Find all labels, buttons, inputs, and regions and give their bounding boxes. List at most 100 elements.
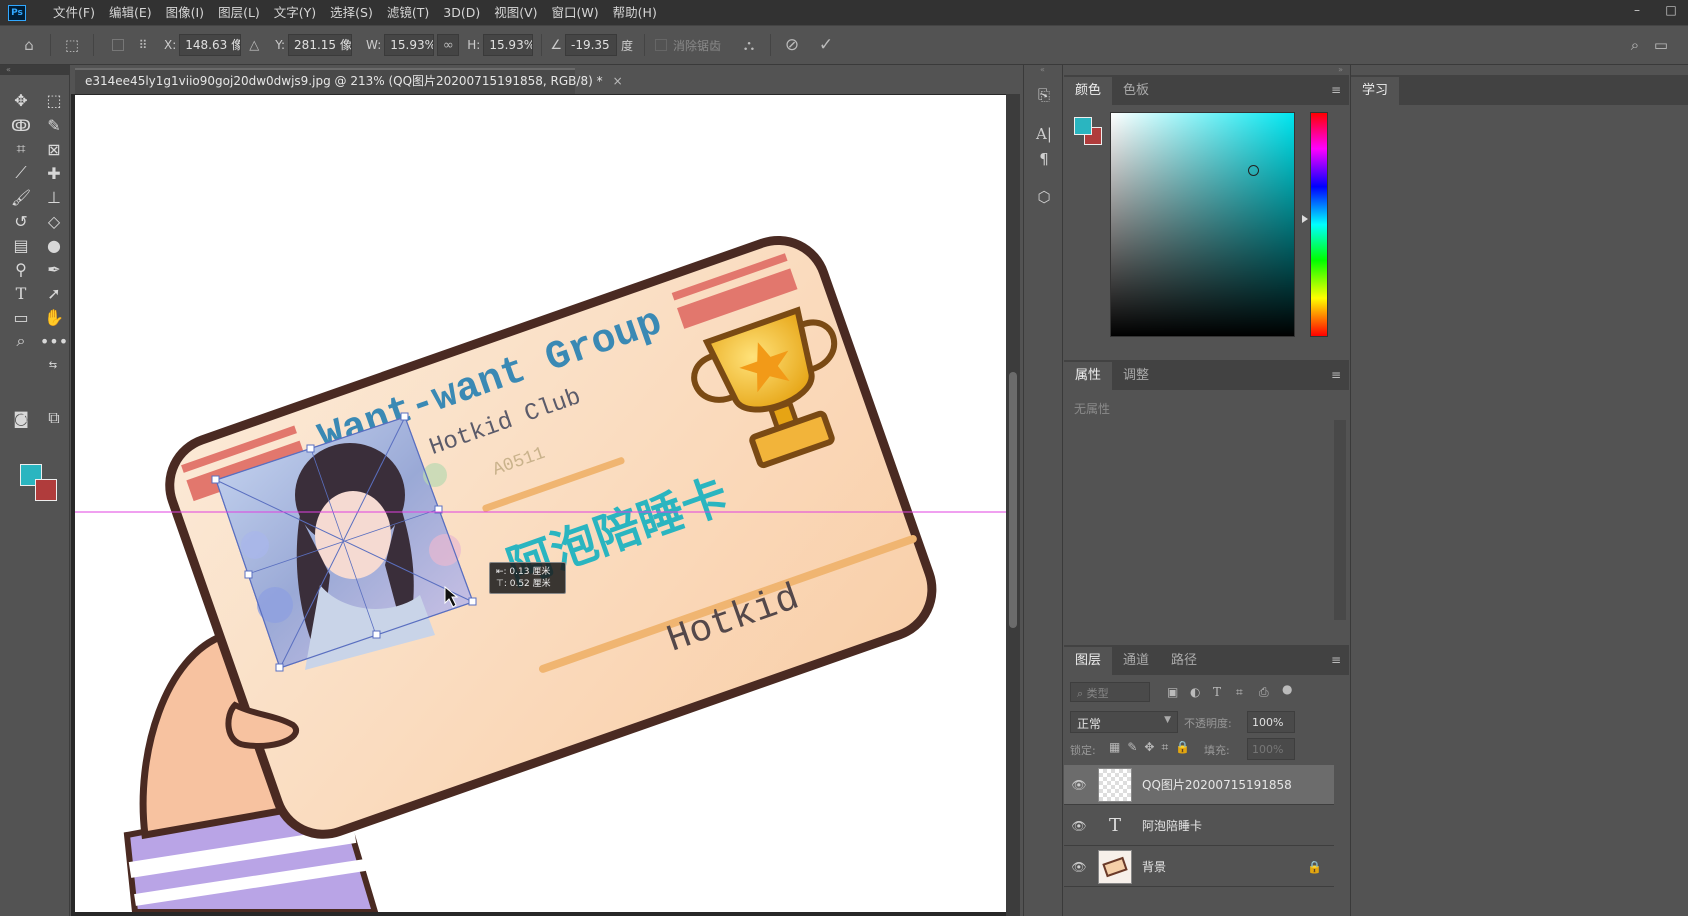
swap-colors-icon[interactable]: ⇆: [46, 358, 60, 372]
relative-position-icon[interactable]: △: [241, 32, 267, 58]
angle-field[interactable]: -19.35: [565, 34, 617, 56]
tab-adjustments[interactable]: 调整: [1112, 362, 1160, 390]
more-tools-icon[interactable]: •••: [40, 329, 68, 353]
y-field[interactable]: 281.15 像素: [288, 34, 353, 56]
document-tab[interactable]: e314ee45ly1g1viio90goj20dw0dwjs9.jpg @ 2…: [75, 68, 623, 94]
layers-panel-menu-icon[interactable]: ≡: [1331, 653, 1341, 667]
close-tab-icon[interactable]: ×: [613, 74, 623, 88]
lasso-tool-icon[interactable]: ↂ: [8, 113, 34, 137]
filter-adjustment-icon[interactable]: ◐: [1190, 685, 1200, 699]
zoom-tool-icon[interactable]: ⌕: [8, 329, 34, 353]
dock-collapse-arrows[interactable]: «: [1040, 65, 1045, 75]
hue-slider[interactable]: [1310, 112, 1328, 337]
paragraph-panel-icon[interactable]: ¶: [1030, 147, 1058, 171]
brush-tool-icon[interactable]: 🖌: [8, 185, 34, 209]
color-saturation-field[interactable]: [1110, 112, 1295, 337]
layer-row[interactable]: 👁 QQ图片20200715191858: [1064, 765, 1334, 805]
blend-mode-select[interactable]: 正常 ▼: [1070, 711, 1178, 733]
background-color-swatch[interactable]: [35, 479, 57, 501]
visibility-eye-icon[interactable]: 👁: [1064, 819, 1094, 833]
character-panel-icon[interactable]: A|: [1030, 122, 1058, 146]
tab-layers[interactable]: 图层: [1064, 647, 1113, 675]
healing-brush-tool-icon[interactable]: ✚: [41, 161, 67, 185]
menu-type[interactable]: 文字(Y): [267, 0, 323, 25]
reference-point-grid-icon[interactable]: ⠿: [130, 32, 156, 58]
filter-pixel-icon[interactable]: ▣: [1167, 685, 1178, 699]
workspace-icon[interactable]: ▭: [1648, 32, 1674, 58]
filter-type-icon[interactable]: T: [1213, 685, 1221, 699]
filter-shape-icon[interactable]: ⌗: [1236, 685, 1243, 700]
tab-learn[interactable]: 学习: [1351, 77, 1400, 105]
commit-transform-icon[interactable]: ✓: [813, 32, 839, 58]
menu-view[interactable]: 视图(V): [487, 0, 544, 25]
eyedropper-tool-icon[interactable]: ⟋: [8, 161, 34, 185]
lock-options-icons[interactable]: ▦✎✥⌗🔒: [1109, 740, 1197, 755]
properties-panel-menu-icon[interactable]: ≡: [1331, 368, 1341, 382]
clone-stamp-tool-icon[interactable]: ⊥: [41, 185, 67, 209]
height-field[interactable]: 15.93%: [483, 34, 534, 56]
reference-point-checkbox[interactable]: [112, 39, 124, 51]
pen-tool-icon[interactable]: ✒: [41, 257, 67, 281]
fill-field[interactable]: 100%: [1247, 738, 1295, 760]
menu-layer[interactable]: 图层(L): [211, 0, 267, 25]
menu-filter[interactable]: 滤镜(T): [380, 0, 436, 25]
filter-smart-object-icon[interactable]: ⎙: [1259, 685, 1269, 700]
blur-tool-icon[interactable]: ●: [41, 233, 67, 257]
properties-scrollbar[interactable]: [1334, 420, 1346, 620]
search-icon[interactable]: ⌕: [1622, 32, 1648, 58]
layer-row[interactable]: 👁 背景 🔒: [1064, 847, 1334, 887]
tab-swatches[interactable]: 色板: [1112, 77, 1160, 105]
toolbar-collapse-bar[interactable]: «: [0, 65, 70, 75]
layer-filter-field[interactable]: ⌕ 类型: [1070, 682, 1150, 702]
tab-channels[interactable]: 通道: [1112, 647, 1160, 675]
path-selection-tool-icon[interactable]: ➚: [41, 281, 67, 305]
quick-selection-tool-icon[interactable]: ✎: [41, 113, 67, 137]
document-canvas[interactable]: Want-want Group Hotkid Club A0511 阿泡陪睡卡 …: [75, 95, 1006, 912]
menu-edit[interactable]: 编辑(E): [102, 0, 159, 25]
3d-panel-icon[interactable]: ⬡: [1030, 185, 1058, 209]
filter-toggle-icon[interactable]: ●: [1282, 682, 1292, 696]
menu-select[interactable]: 选择(S): [323, 0, 380, 25]
menu-file[interactable]: 文件(F): [46, 0, 102, 25]
tab-properties[interactable]: 属性: [1064, 362, 1113, 390]
x-field[interactable]: 148.63 像素: [179, 34, 242, 56]
history-panel-icon[interactable]: ⎘: [1030, 83, 1058, 107]
maximize-button[interactable]: □: [1654, 0, 1688, 20]
vertical-scrollbar[interactable]: [1006, 94, 1020, 916]
minimize-button[interactable]: –: [1620, 0, 1654, 20]
opacity-field[interactable]: 100%: [1247, 711, 1295, 733]
link-icon[interactable]: ∞: [437, 34, 460, 56]
history-brush-tool-icon[interactable]: ↺: [8, 209, 34, 233]
cancel-transform-icon[interactable]: ⊘: [779, 32, 805, 58]
panel-expand-arrows[interactable]: »: [1338, 65, 1343, 75]
menu-3d[interactable]: 3D(D): [436, 0, 487, 25]
color-picker-marker[interactable]: [1248, 165, 1259, 176]
menu-help[interactable]: 帮助(H): [606, 0, 664, 25]
rectangle-tool-icon[interactable]: ▭: [8, 305, 34, 329]
visibility-eye-icon[interactable]: 👁: [1064, 860, 1094, 874]
layer-row[interactable]: 👁 T 阿泡陪睡卡: [1064, 806, 1334, 846]
hue-slider-arrow[interactable]: [1302, 215, 1308, 223]
tab-color[interactable]: 颜色: [1064, 77, 1113, 105]
screen-mode-icon[interactable]: ⧉: [41, 406, 67, 430]
transform-tool-icon[interactable]: ⬚: [59, 32, 85, 58]
warp-mode-icon[interactable]: ⛬: [736, 32, 762, 58]
width-field[interactable]: 15.93%: [384, 34, 435, 56]
tab-paths[interactable]: 路径: [1160, 647, 1208, 675]
crop-tool-icon[interactable]: ⌗: [8, 137, 34, 161]
color-panel-menu-icon[interactable]: ≡: [1331, 83, 1341, 97]
hand-tool-icon[interactable]: ✋: [41, 305, 67, 329]
color-panel-foreground-swatch[interactable]: [1074, 117, 1092, 135]
visibility-eye-icon[interactable]: 👁: [1064, 778, 1094, 792]
antialias-checkbox[interactable]: [655, 39, 668, 51]
type-tool-icon[interactable]: T: [8, 281, 34, 305]
menu-image[interactable]: 图像(I): [159, 0, 211, 25]
canvas-area[interactable]: Want-want Group Hotkid Club A0511 阿泡陪睡卡 …: [71, 94, 1006, 916]
eraser-tool-icon[interactable]: ◇: [41, 209, 67, 233]
marquee-tool-icon[interactable]: ⬚: [41, 88, 67, 112]
quick-mask-icon[interactable]: ◙: [8, 406, 34, 430]
gradient-tool-icon[interactable]: ▤: [8, 233, 34, 257]
scrollbar-thumb[interactable]: [1009, 372, 1017, 628]
move-tool-icon[interactable]: ✥: [8, 88, 34, 112]
home-icon[interactable]: ⌂: [16, 32, 42, 58]
